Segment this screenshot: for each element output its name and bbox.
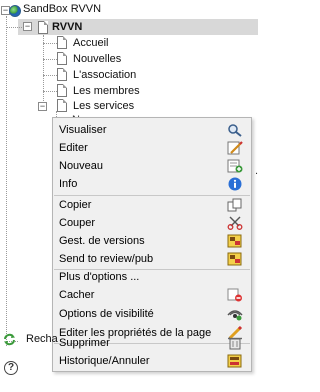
- menu-item-label: Nouveau: [59, 160, 104, 172]
- scissors-icon: [227, 216, 243, 230]
- tree-connector: [43, 35, 44, 107]
- menu-item-label: Cacher: [59, 289, 95, 301]
- menu-item-label: Options de visibilité: [59, 308, 154, 320]
- tree-connector: [6, 27, 22, 28]
- menu-item-label: Send to review/pub: [59, 253, 154, 265]
- tree-item-accueil[interactable]: Accueil: [55, 35, 175, 51]
- menu-item-editer[interactable]: Editer: [53, 139, 251, 157]
- tree-item-label: Accueil: [73, 37, 109, 49]
- menu-item-label: Couper: [59, 217, 96, 229]
- history-icon: [227, 354, 242, 368]
- info-icon: [228, 177, 242, 191]
- magnifier-icon: [228, 124, 242, 137]
- copy-icon: [227, 198, 242, 212]
- menu-item-visibilite[interactable]: Options de visibilité: [53, 305, 251, 323]
- services-collapse-toggle[interactable]: −: [38, 102, 47, 111]
- site-page-icon: [38, 21, 48, 34]
- hide-icon: [227, 288, 242, 302]
- new-page-icon: [227, 159, 243, 173]
- menu-item-label: Info: [59, 178, 78, 190]
- site-tree-panel: − SandBox RVVN − RVVN Accueil Nouvelles …: [0, 0, 261, 392]
- page-icon: [57, 99, 67, 112]
- overflow-dot: .: [255, 165, 259, 177]
- help-icon[interactable]: ?: [4, 361, 18, 375]
- menu-item-supprimer[interactable]: Supprimer: [53, 334, 251, 352]
- menu-item-label: Copier: [59, 199, 92, 211]
- review-icon: [227, 252, 242, 266]
- menu-item-visualiser[interactable]: Visualiser: [53, 121, 251, 139]
- menu-item-historique[interactable]: Historique/Annuler: [53, 352, 251, 370]
- tree-item-label: L'association: [73, 69, 137, 81]
- tree-item-association[interactable]: L'association: [55, 67, 175, 83]
- site-collapse-toggle[interactable]: −: [23, 22, 32, 31]
- context-menu: Visualiser Editer Nouveau Info Copier Co…: [52, 117, 252, 372]
- menu-item-couper[interactable]: Couper: [53, 214, 251, 232]
- menu-item-label: Visualiser: [59, 124, 107, 136]
- menu-item-nouveau[interactable]: Nouveau: [53, 157, 251, 175]
- menu-item-label: Plus d'options ...: [59, 271, 140, 283]
- trash-icon: [228, 337, 242, 350]
- versions-icon: [227, 234, 242, 248]
- menu-item-label: Gest. de versions: [59, 235, 145, 247]
- tree-item-label: Nouvelles: [73, 53, 122, 65]
- menu-item-send-review[interactable]: Send to review/pub: [53, 250, 251, 268]
- tree-item-nouvelles[interactable]: Nouvelles: [55, 51, 175, 67]
- menu-item-copier[interactable]: Copier: [53, 196, 251, 214]
- menu-item-plus-options[interactable]: Plus d'options ...: [53, 268, 251, 286]
- refresh-link[interactable]: Recha: [26, 333, 58, 346]
- page-icon: [57, 68, 67, 81]
- tree-root-label[interactable]: SandBox RVVN: [23, 3, 101, 15]
- menu-item-info[interactable]: Info: [53, 175, 251, 193]
- visibility-icon: [227, 310, 243, 321]
- menu-item-cacher[interactable]: Cacher: [53, 286, 251, 304]
- tree-connector: [6, 16, 7, 346]
- tree-item-label: Les membres: [73, 85, 140, 97]
- menu-item-label: Supprimer: [59, 337, 110, 349]
- page-icon: [57, 36, 67, 49]
- menu-item-versions[interactable]: Gest. de versions: [53, 232, 251, 250]
- page-icon: [57, 84, 67, 97]
- menu-item-label: Historique/Annuler: [59, 355, 150, 367]
- page-icon: [57, 52, 67, 65]
- tree-site-label[interactable]: RVVN: [52, 19, 82, 35]
- menu-item-label: Editer: [59, 142, 88, 154]
- refresh-icon[interactable]: [3, 333, 16, 346]
- tree-item-membres[interactable]: Les membres: [55, 83, 175, 99]
- pencil-edit-icon: [227, 141, 243, 155]
- globe-icon: [9, 5, 21, 17]
